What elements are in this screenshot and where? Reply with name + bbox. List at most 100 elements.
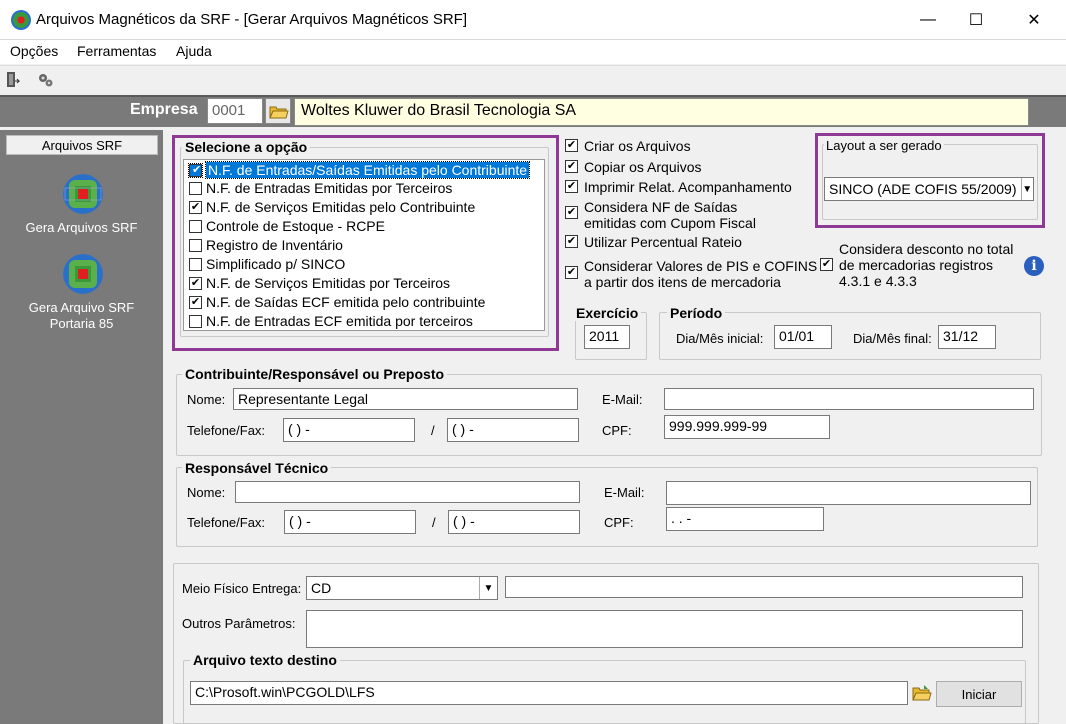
checkbox[interactable]: ✔ bbox=[189, 200, 202, 214]
option-label: N.F. de Entradas Emitidas por Terceiros bbox=[206, 180, 453, 196]
meio-fisico-label: Meio Físico Entrega: bbox=[182, 581, 302, 596]
pis-cofins-checkbox[interactable]: ✔ Considerar Valores de PIS e COFINS a par… bbox=[565, 258, 817, 290]
percentual-rateio-checkbox[interactable]: ✔ Utilizar Percentual Rateio bbox=[565, 234, 742, 250]
layout-select[interactable]: SINCO (ADE COFIS 55/2009) ▼ bbox=[824, 177, 1034, 201]
option-item[interactable]: N.F. de Entradas ECF emitida por terceir… bbox=[186, 312, 544, 330]
telefone-label: Telefone/Fax: bbox=[187, 423, 266, 438]
contribuinte-cpf-field[interactable]: 999.999.999-99 bbox=[664, 415, 830, 439]
exercicio-field[interactable]: 2011 bbox=[584, 325, 630, 349]
option-item[interactable]: Simplificado p/ SINCO bbox=[186, 255, 544, 273]
contribuinte-email-field[interactable] bbox=[664, 388, 1034, 410]
tel-separator: / bbox=[432, 515, 436, 530]
option-item[interactable]: Registro de Inventário bbox=[186, 236, 544, 254]
option-label: Registro de Inventário bbox=[206, 237, 343, 253]
checkbox[interactable] bbox=[189, 257, 202, 271]
sidebar-header[interactable]: Arquivos SRF bbox=[6, 135, 158, 155]
considera-nf-checkbox[interactable]: ✔ Considera NF de Saídas emitidas com Cupo… bbox=[565, 199, 756, 231]
tecnico-tel1-field[interactable]: ( ) - bbox=[284, 510, 416, 534]
window-title: Arquivos Magnéticos da SRF - [Gerar Arqu… bbox=[36, 11, 468, 28]
option-label: N.F. de Entradas ECF emitida por terceir… bbox=[206, 313, 473, 329]
layout-title: Layout a ser gerado bbox=[824, 138, 944, 153]
exit-door-icon[interactable] bbox=[6, 71, 21, 89]
menu-opcoes[interactable]: Opções bbox=[10, 43, 58, 59]
imprimir-relat-checkbox[interactable]: ✔ Imprimir Relat. Acompanhamento bbox=[565, 179, 792, 195]
nome-label: Nome: bbox=[187, 392, 226, 407]
menu-bar bbox=[0, 40, 1066, 64]
sidebar-item-gera-arquivos[interactable]: Gera Arquivos SRF bbox=[0, 220, 163, 236]
contribuinte-nome-field[interactable]: Representante Legal bbox=[233, 388, 578, 410]
layout-value: SINCO (ADE COFIS 55/2009) bbox=[829, 181, 1017, 197]
option-label: N.F. de Serviços Emitidas pelo Contribui… bbox=[206, 199, 476, 215]
criar-label: Criar os Arquivos bbox=[584, 138, 691, 154]
option-label: N.F. de Entradas/Saídas Emitidas pelo Co… bbox=[204, 161, 531, 179]
email-label: E-Mail: bbox=[604, 485, 645, 500]
checkbox[interactable] bbox=[189, 181, 202, 195]
option-item[interactable]: N.F. de Entradas Emitidas por Terceiros bbox=[186, 179, 544, 197]
copiar-arquivos-checkbox[interactable]: ✔ Copiar os Arquivos bbox=[565, 159, 702, 175]
meio-fisico-select[interactable]: CD ▼ bbox=[306, 576, 498, 600]
empresa-name-field: Woltes Kluwer do Brasil Tecnologia SA bbox=[294, 98, 1029, 126]
tecnico-group bbox=[176, 467, 1038, 547]
percentual-label: Utilizar Percentual Rateio bbox=[584, 234, 742, 250]
meio-fisico-extra-field[interactable] bbox=[505, 576, 1023, 598]
dia-mes-inicial-label: Dia/Mês inicial: bbox=[676, 331, 764, 346]
tecnico-cpf-field[interactable]: . . - bbox=[666, 507, 824, 531]
imprimir-label: Imprimir Relat. Acompanhamento bbox=[584, 179, 792, 195]
gears-icon[interactable] bbox=[36, 71, 54, 89]
tecnico-email-field[interactable] bbox=[666, 481, 1031, 505]
option-label: N.F. de Saídas ECF emitida pelo contribu… bbox=[206, 294, 486, 310]
tel-separator: / bbox=[431, 423, 435, 438]
dia-mes-inicial-field[interactable]: 01/01 bbox=[774, 325, 832, 349]
info-icon[interactable]: i bbox=[1024, 256, 1044, 276]
contribuinte-title: Contribuinte/Responsável ou Preposto bbox=[182, 366, 448, 382]
checkbox[interactable]: ✔ bbox=[189, 295, 202, 309]
close-button[interactable]: ✕ bbox=[1011, 0, 1057, 40]
desconto-checkbox[interactable]: ✔ Considera desconto no total de mercadori… bbox=[820, 241, 1013, 289]
tecnico-tel2-field[interactable]: ( ) - bbox=[448, 510, 580, 534]
folder-open-icon[interactable] bbox=[910, 681, 934, 705]
checkbox[interactable] bbox=[189, 219, 202, 233]
option-item[interactable]: ✔ N.F. de Serviços Emitidas por Terceiros bbox=[186, 274, 544, 292]
option-item[interactable]: Controle de Estoque - RCPE bbox=[186, 217, 544, 235]
nome-label: Nome: bbox=[187, 485, 226, 500]
cpf-label: CPF: bbox=[602, 423, 632, 438]
options-list[interactable]: ✔ N.F. de Entradas/Saídas Emitidas pelo C… bbox=[183, 159, 545, 331]
considera-nf-label: Considera NF de Saídas emitidas com Cupom… bbox=[584, 199, 756, 231]
checkbox[interactable] bbox=[189, 238, 202, 252]
iniciar-button[interactable]: Iniciar bbox=[936, 681, 1022, 707]
app-icon bbox=[11, 10, 31, 30]
chevron-down-icon[interactable]: ▼ bbox=[479, 577, 497, 599]
minimize-button[interactable]: — bbox=[905, 0, 951, 40]
contribuinte-tel2-field[interactable]: ( ) - bbox=[447, 418, 579, 442]
menu-ferramentas[interactable]: Ferramentas bbox=[77, 43, 156, 59]
chevron-down-icon[interactable]: ▼ bbox=[1020, 178, 1033, 200]
dia-mes-final-field[interactable]: 31/12 bbox=[938, 325, 996, 349]
checkbox[interactable] bbox=[189, 314, 202, 328]
option-label: Simplificado p/ SINCO bbox=[206, 256, 346, 272]
wolters-logo-icon[interactable] bbox=[63, 254, 103, 294]
sidebar-item-portaria-85[interactable]: Gera Arquivo SRF Portaria 85 bbox=[0, 300, 163, 332]
wolters-logo-icon[interactable] bbox=[63, 174, 103, 214]
empresa-code-field[interactable]: 0001 bbox=[207, 98, 263, 124]
criar-arquivos-checkbox[interactable]: ✔ Criar os Arquivos bbox=[565, 138, 691, 154]
empresa-label: Empresa bbox=[130, 101, 198, 118]
maximize-button[interactable]: ☐ bbox=[953, 0, 999, 40]
option-item[interactable]: ✔ N.F. de Serviços Emitidas pelo Contribu… bbox=[186, 198, 544, 216]
contribuinte-tel1-field[interactable]: ( ) - bbox=[283, 418, 415, 442]
destino-path-field[interactable]: C:\Prosoft.win\PCGOLD\LFS bbox=[190, 681, 908, 705]
outros-parametros-label: Outros Parâmetros: bbox=[182, 616, 296, 631]
option-item[interactable]: ✔ N.F. de Saídas ECF emitida pelo contrib… bbox=[186, 293, 544, 311]
menu-ajuda[interactable]: Ajuda bbox=[176, 43, 212, 59]
outros-parametros-field[interactable] bbox=[306, 610, 1023, 648]
checkbox[interactable]: ✔ bbox=[189, 276, 202, 290]
checkbox[interactable]: ✔ bbox=[188, 162, 203, 178]
contribuinte-group bbox=[176, 374, 1042, 456]
email-label: E-Mail: bbox=[602, 392, 643, 407]
desconto-label: Considera desconto no total de mercadoria… bbox=[839, 241, 1014, 289]
meio-fisico-value: CD bbox=[311, 580, 332, 596]
tecnico-nome-field[interactable] bbox=[235, 481, 580, 503]
telefone-label: Telefone/Fax: bbox=[187, 515, 266, 530]
option-item[interactable]: ✔ N.F. de Entradas/Saídas Emitidas pelo C… bbox=[186, 161, 544, 179]
folder-open-icon[interactable] bbox=[265, 98, 291, 124]
options-title: Selecione a opção bbox=[182, 139, 311, 155]
